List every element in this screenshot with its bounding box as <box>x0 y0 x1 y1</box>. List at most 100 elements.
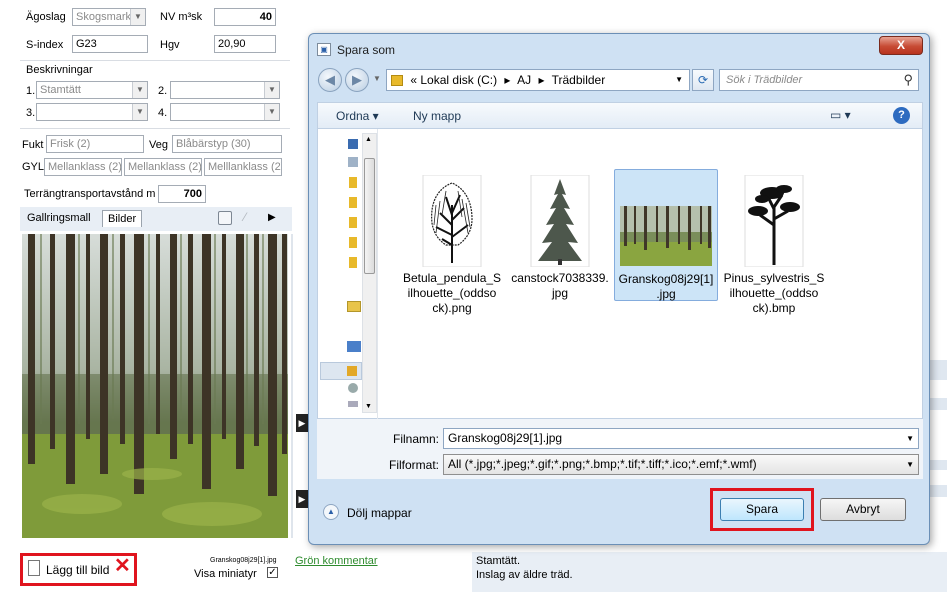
file-item[interactable]: Pinus_sylvestris_S ilhouette_(oddso ck).… <box>722 169 826 316</box>
file-name-line: ilhouette_(oddso <box>407 286 497 300</box>
chevron-down-icon[interactable]: ▼ <box>132 104 147 120</box>
network-icon[interactable] <box>348 157 358 167</box>
file-item[interactable]: canstock7038339. jpg <box>508 169 612 301</box>
chevron-down-icon[interactable]: ▼ <box>906 455 914 474</box>
chevron-down-icon[interactable]: ▼ <box>906 429 914 448</box>
dialog-app-icon: ▣ <box>317 43 331 56</box>
chevron-down-icon[interactable]: ▼ <box>130 9 145 25</box>
beskrivning-3-select[interactable]: ▼ <box>36 103 148 121</box>
chevron-up-icon[interactable]: ▲ <box>323 504 339 520</box>
gyl-label: GYL <box>22 161 45 173</box>
chevron-down-icon[interactable]: ▼ <box>373 74 381 83</box>
back-icon[interactable]: ◀ <box>318 68 342 92</box>
agoslag-label: Ägoslag <box>26 11 66 23</box>
green-comment-link[interactable]: Grön kommentar <box>295 555 378 567</box>
nv-field[interactable]: 40 <box>214 8 276 26</box>
play-icon[interactable]: ▶ <box>296 414 308 432</box>
desktop-icon[interactable] <box>348 139 358 149</box>
close-button[interactable]: X <box>879 36 923 55</box>
search-icon[interactable]: ⚲ <box>903 70 913 90</box>
chevron-right-icon: ▸ <box>538 73 545 87</box>
prev-icon[interactable]: ⁄ <box>244 210 246 224</box>
beskrivning-2-select[interactable]: ▼ <box>170 81 280 99</box>
gyl-field-2[interactable]: Mellanklass (2) <box>124 158 202 176</box>
chevron-down-icon[interactable]: ▼ <box>675 70 683 90</box>
file-name-line: jpg <box>551 286 568 300</box>
library-icon[interactable] <box>349 217 357 228</box>
chevron-down-icon[interactable]: ▼ <box>264 104 279 120</box>
add-image-button[interactable]: Lägg till bild <box>46 563 109 577</box>
fukt-field[interactable]: Frisk (2) <box>46 135 144 153</box>
save-button[interactable]: Spara <box>720 498 804 521</box>
file-name-line: ck).bmp <box>752 301 796 315</box>
beskrivning-1-select[interactable]: Stamtätt ▼ <box>36 81 148 99</box>
hide-folders-button[interactable]: Dölj mappar <box>347 506 412 520</box>
hgv-field[interactable]: 20,90 <box>214 35 276 53</box>
filename-input[interactable]: Granskog08j29[1].jpg ▼ <box>443 428 919 449</box>
drive-icon[interactable] <box>348 401 358 407</box>
file-item-selected[interactable]: Granskog08j29[1] .jpg <box>614 169 718 301</box>
comment-line: Stamtätt. <box>476 555 521 567</box>
image-view-icon[interactable] <box>218 211 232 225</box>
folder-icon <box>391 75 403 87</box>
image-filename: Granskog08j29[1].jpg <box>210 557 277 564</box>
terrang-label: Terrängtransportavstånd m <box>24 188 156 200</box>
chevron-up-icon[interactable]: ▲ <box>365 136 372 143</box>
dialog-title: Spara som <box>337 43 396 57</box>
tab-bilder[interactable]: Bilder <box>102 210 143 227</box>
sindex-field[interactable]: G23 <box>72 35 148 53</box>
next-icon[interactable]: ▶ <box>268 212 276 223</box>
nav-scrollbar[interactable]: ▲ ▼ <box>362 133 377 413</box>
new-folder-button[interactable]: Ny mapp <box>413 109 461 123</box>
play-icon[interactable]: ▶ <box>296 490 308 508</box>
b2-label: 2. <box>158 85 168 97</box>
computer-icon[interactable] <box>347 341 361 352</box>
beskrivning-1-value: Stamtätt <box>40 84 81 96</box>
cancel-button[interactable]: Avbryt <box>820 498 906 521</box>
show-thumbnail-checkbox[interactable]: ✓ <box>267 567 278 578</box>
scroll-thumb[interactable] <box>364 158 375 274</box>
disc-icon[interactable] <box>348 383 358 393</box>
homegroup-icon[interactable] <box>347 301 361 312</box>
file-name-line: Betula_pendula_S <box>402 271 502 285</box>
breadcrumb-overflow[interactable]: « <box>410 73 417 87</box>
background-panel <box>930 398 947 410</box>
chevron-down-icon[interactable]: ▼ <box>365 403 372 410</box>
address-bar[interactable]: « Lokal disk (C:) ▸ AJ ▸ Trädbilder ▼ <box>386 69 690 91</box>
beskrivning-4-select[interactable]: ▼ <box>170 103 280 121</box>
chevron-down-icon[interactable]: ▼ <box>264 82 279 98</box>
chevron-down-icon[interactable]: ▼ <box>132 82 147 98</box>
library-icon[interactable] <box>349 257 357 268</box>
help-icon[interactable]: ? <box>893 107 910 124</box>
library-icon[interactable] <box>349 197 357 208</box>
tab-gallringsmall[interactable]: Gallringsmall <box>22 210 96 226</box>
gyl-field-3[interactable]: Melllanklass (2) <box>204 158 282 176</box>
show-thumbnail-label: Visa miniatyr <box>194 568 257 580</box>
file-name-line: Granskog08j29[1] <box>618 272 714 286</box>
nav-selected-item[interactable] <box>320 362 362 380</box>
library-icon[interactable] <box>349 177 357 188</box>
search-input[interactable]: Sök i Trädbilder ⚲ <box>719 69 919 91</box>
forward-icon[interactable]: ▶ <box>345 68 369 92</box>
agoslag-select[interactable]: Skogsmark ▼ <box>72 8 146 26</box>
breadcrumb-item[interactable]: Lokal disk (C:) <box>420 73 497 87</box>
file-name-line: ilhouette_(oddso <box>729 286 819 300</box>
breadcrumb-item[interactable]: AJ <box>517 73 531 87</box>
refresh-icon[interactable]: ⟳ <box>692 69 714 91</box>
veg-field[interactable]: Blåbärstyp (30) <box>172 135 282 153</box>
birch-thumbnail <box>406 174 498 268</box>
delete-icon[interactable]: ✕ <box>114 556 131 576</box>
file-name-line: ck).png <box>432 301 472 315</box>
view-options-icon[interactable]: ▭ ▾ <box>830 108 851 122</box>
terrang-field[interactable]: 700 <box>158 185 206 203</box>
file-item[interactable]: Betula_pendula_S ilhouette_(oddso ck).pn… <box>400 169 504 316</box>
b4-label: 4. <box>158 107 168 119</box>
organize-button[interactable]: Ordna ▾ <box>336 109 379 123</box>
library-icon[interactable] <box>349 237 357 248</box>
agoslag-value: Skogsmark <box>76 11 132 23</box>
filetype-select[interactable]: All (*.jpg;*.jpeg;*.gif;*.png;*.bmp;*.ti… <box>443 454 919 475</box>
gyl-field-1[interactable]: Mellanklass (2) <box>44 158 122 176</box>
breadcrumb-item[interactable]: Trädbilder <box>552 73 606 87</box>
comment-panel: Stamtätt. Inslag av äldre träd. <box>472 552 947 592</box>
background-panel <box>930 485 947 497</box>
